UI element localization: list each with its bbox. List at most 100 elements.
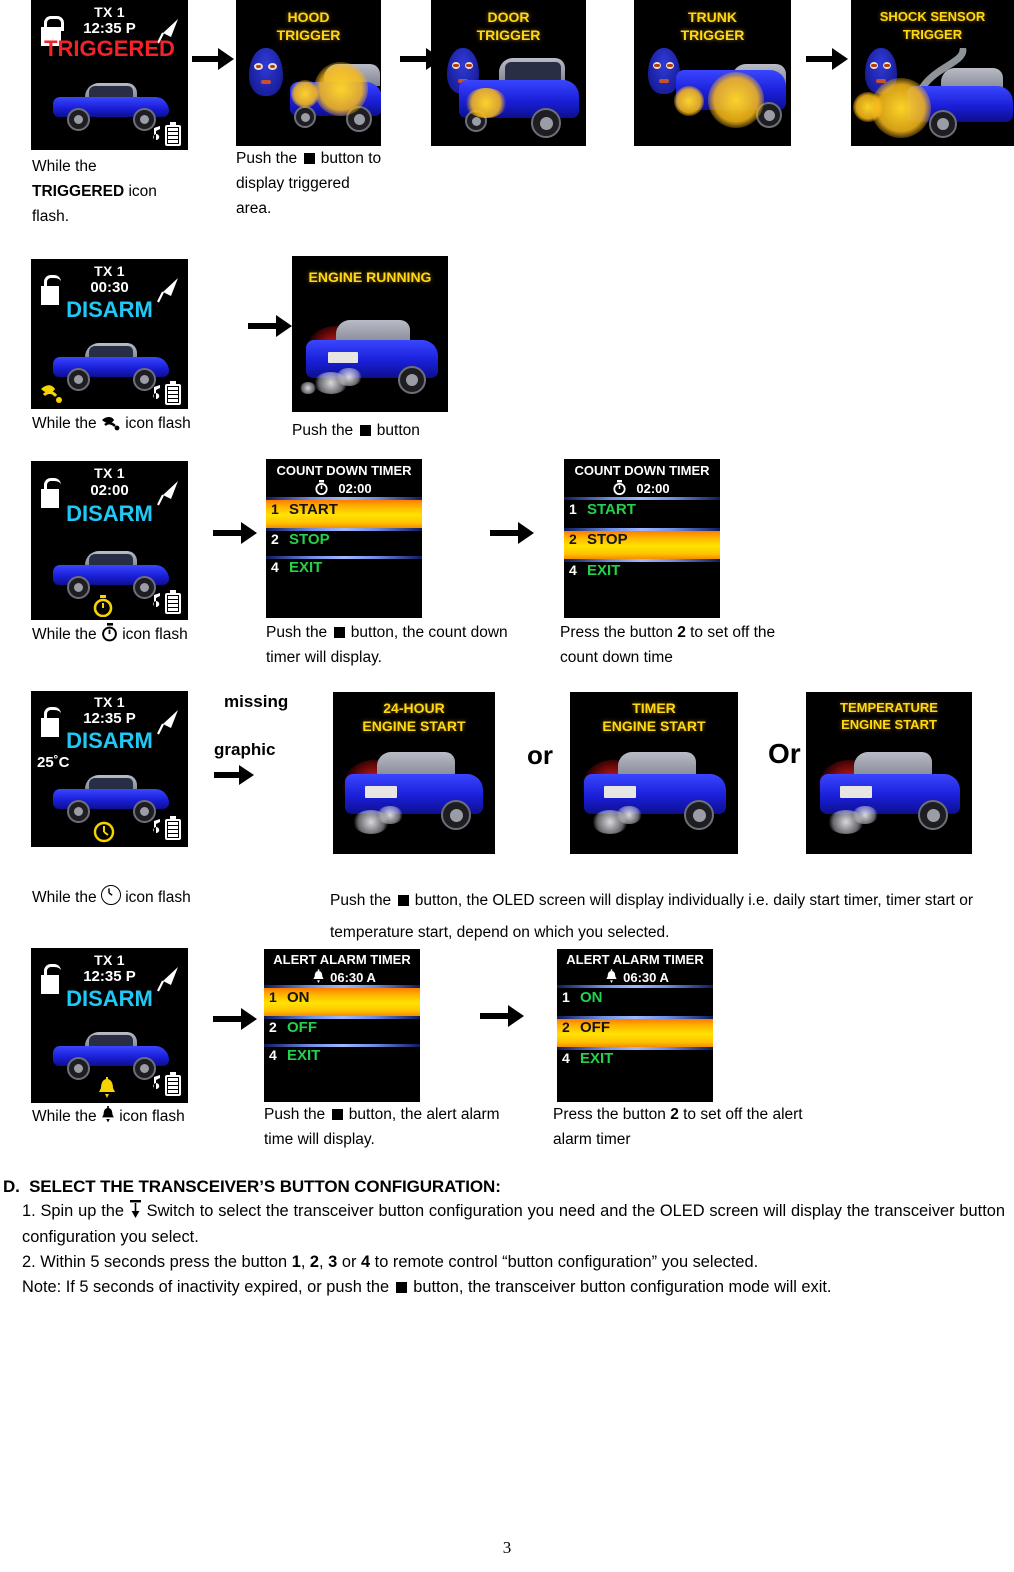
menu-row-label: EXIT (289, 559, 323, 576)
flow-arrow (213, 1008, 257, 1030)
engine-start-status-screen: TX 1 12:35 P DISARM 25˚C (31, 691, 188, 847)
alert-alarm-status-screen: TX 1 12:35 P DISARM (31, 948, 188, 1103)
flow-arrow (806, 48, 848, 70)
button-number-4: 4 (360, 1253, 371, 1271)
trigger-glow-small (853, 92, 883, 122)
exhaust-smoke (300, 382, 316, 394)
thief-icon (249, 48, 283, 96)
stopwatch-icon (315, 480, 328, 495)
caption-text: icon flash (114, 1108, 185, 1125)
menu-row-label: EXIT (587, 562, 621, 579)
alert-alarm-mid-caption: Push the button, the alert alarm time wi… (264, 1102, 514, 1152)
exhaust-smoke (377, 806, 403, 824)
item2-text-b: to remote control “button configuration”… (370, 1253, 759, 1271)
car-graphic (51, 1032, 171, 1080)
flow-arrow (490, 522, 534, 544)
menu-row-label: ON (580, 989, 603, 1006)
trigger-glow (465, 88, 507, 118)
sep: or (337, 1253, 361, 1271)
horn-icon (101, 414, 121, 431)
exhaust-smoke (616, 806, 642, 824)
caption-text: icon flash (117, 626, 188, 643)
menu-separator (564, 497, 720, 500)
trunk-trigger-screen: TRUNK TRIGGER (634, 0, 791, 146)
menu-row-number: 1 (562, 989, 570, 1005)
music-note-icon (149, 126, 162, 144)
car-graphic (51, 83, 171, 131)
option-title-line1: TEMPERATURE (840, 700, 938, 715)
menu-row-number: 4 (569, 562, 577, 578)
button-square-icon (395, 1282, 407, 1293)
caption-text: While the (32, 889, 101, 906)
alert-alarm-left-caption: While the icon flash (32, 1104, 212, 1129)
battery-icon (165, 381, 181, 405)
button-square-icon (397, 895, 409, 906)
car-graphic (51, 775, 171, 823)
flow-arrow (248, 315, 292, 337)
section-d-letter: D. (3, 1177, 20, 1196)
engine-running-right-caption: Push the button (292, 418, 512, 443)
option-title-line1: 24-HOUR (383, 700, 445, 716)
countdown-left-caption: While the icon flash (32, 622, 212, 647)
button-number-1: 1 (291, 1253, 301, 1271)
section-d-heading-row: D. SELECT THE TRANSCEIVER’S BUTTON CONFI… (3, 1177, 1003, 1197)
battery-icon (165, 590, 181, 614)
clock-icon (93, 821, 115, 843)
state-word: DISARM (66, 297, 153, 322)
24-hour-engine-start-screen: 24-HOUR ENGINE START (333, 692, 495, 854)
car-graphic (51, 343, 171, 391)
flow-arrow (214, 765, 254, 785)
menu-subtitle: 02:00 (636, 481, 670, 496)
menu-subtitle: 02:00 (338, 481, 372, 496)
caption-text: Press the button (560, 624, 678, 641)
engine-running-title: ENGINE RUNNING (308, 269, 432, 285)
section-d-item-1: 1. Spin up the Switch to select the tran… (22, 1199, 1005, 1250)
menu-row-number: 4 (269, 1047, 277, 1063)
menu-row-number: 4 (271, 559, 279, 575)
battery-icon (165, 122, 181, 146)
timer-engine-start-screen: TIMER ENGINE START (570, 692, 738, 854)
item1-text-a: 1. Spin up the (22, 1202, 129, 1220)
trigger-title-line2: TRIGGER (276, 27, 341, 43)
alert-alarm-menu-off-highlighted: ALERT ALARM TIMER 06:30 A 1 ON 2 OFF 4 E… (557, 949, 713, 1102)
button-square-icon (333, 627, 345, 638)
countdown-mid-caption: Push the button, the count down timer wi… (266, 620, 526, 670)
sep: , (300, 1253, 310, 1271)
menu-row-label: ON (287, 989, 310, 1006)
hood-trigger-screen: HOOD TRIGGER (236, 0, 381, 146)
button-square-icon (331, 1109, 343, 1120)
triggered-status-screen: TX 1 12:35 P TRIGGERED (31, 0, 188, 150)
menu-row-label: START (587, 501, 636, 518)
option-title-line2: ENGINE START (841, 717, 937, 732)
caption-text: Push the (266, 624, 332, 641)
shock-sensor-trigger-screen: SHOCK SENSOR TRIGGER (851, 0, 1014, 146)
menu-title: COUNT DOWN TIMER (276, 463, 412, 478)
engine-start-left-caption: While the icon flash (32, 885, 262, 910)
sep: , (319, 1253, 329, 1271)
section-d-heading: SELECT THE TRANSCEIVER’S BUTTON CONFIGUR… (29, 1177, 501, 1196)
alert-alarm-right-caption: Press the button 2 to set off the alert … (553, 1102, 803, 1152)
button-number-3: 3 (328, 1253, 338, 1271)
menu-title: COUNT DOWN TIMER (574, 463, 710, 478)
or-label-2: Or (768, 738, 801, 769)
menu-row-number: 2 (269, 1019, 277, 1035)
menu-title: ALERT ALARM TIMER (566, 952, 704, 967)
menu-row-label: OFF (287, 1019, 317, 1036)
exhaust-smoke (336, 368, 362, 386)
trigger-glow-small (291, 80, 319, 108)
alert-alarm-menu-on-highlighted: ALERT ALARM TIMER 06:30 A 1 ON 2 OFF 4 E… (264, 949, 420, 1102)
exhaust-smoke (852, 806, 878, 824)
caption-text: Push the (236, 150, 302, 167)
trigger-glow (708, 72, 764, 128)
engine-running-status-screen: TX 1 00:30 DISARM (31, 259, 188, 409)
triggered-left-caption: While the TRIGGERED icon flash. (32, 154, 192, 229)
caption-text: icon flash (120, 415, 191, 432)
page-number: 3 (502, 1538, 512, 1557)
menu-row-label: EXIT (287, 1047, 321, 1064)
menu-row-label: OFF (580, 1019, 610, 1036)
engine-running-left-caption: While the icon flash (32, 411, 247, 436)
countdown-status-screen: TX 1 02:00 DISARM (31, 461, 188, 620)
note-text-b: button, the transceiver button configura… (408, 1278, 832, 1296)
caption-text: While the (32, 415, 101, 432)
button-square-icon (359, 425, 371, 436)
